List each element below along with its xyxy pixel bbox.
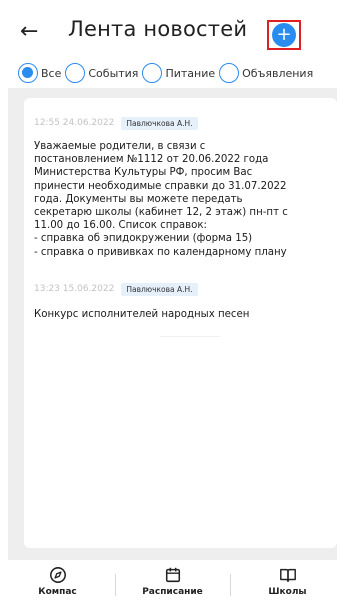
radio-selected-icon[interactable]: [18, 63, 38, 83]
post-meta: 12:55 24.06.2022 Павлючкова А.Н.: [34, 116, 334, 130]
nav-label: Компас: [38, 587, 77, 597]
post-text: Уважаемые родители, в связи с постановле…: [34, 141, 288, 258]
filter-announcements[interactable]: Объявления: [219, 63, 313, 83]
author-badge: Павлючкова А.Н.: [121, 116, 198, 130]
post-timestamp: 13:23 15.06.2022: [34, 284, 115, 294]
nav-schedule[interactable]: Расписание: [115, 560, 230, 606]
filter-label: Питание: [165, 66, 216, 80]
page-title: Лента новостей: [68, 17, 248, 41]
compass-icon: [49, 567, 66, 583]
radio-icon[interactable]: [142, 63, 163, 83]
add-button-highlight: +: [267, 20, 301, 50]
filter-events[interactable]: События: [65, 63, 138, 83]
radio-icon[interactable]: [65, 63, 86, 83]
nav-compass[interactable]: Компас: [0, 560, 115, 606]
filter-all[interactable]: Все: [18, 63, 61, 83]
filter-radio-group: Все События Питание Объявления: [18, 61, 345, 85]
plus-icon: +: [276, 24, 292, 45]
book-icon: [279, 568, 296, 583]
author-badge: Павлючкова А.Н.: [121, 282, 198, 296]
nav-label: Школы: [268, 587, 307, 597]
news-feed-card: 12:55 24.06.2022 Павлючкова А.Н. Уважаем…: [24, 98, 337, 548]
bottom-navigation: Компас Расписание Школы: [0, 560, 345, 606]
radio-icon[interactable]: [219, 63, 240, 83]
post-text: Конкурс исполнителей народных песен: [34, 309, 250, 320]
filter-label: Объявления: [242, 66, 314, 80]
back-arrow-icon[interactable]: ←: [20, 20, 44, 44]
post-timestamp: 12:55 24.06.2022: [34, 118, 115, 128]
filter-label: События: [88, 66, 139, 80]
post-meta: 13:23 15.06.2022 Павлючкова А.Н.: [34, 282, 334, 296]
news-post[interactable]: 13:23 15.06.2022 Павлючкова А.Н. Конкурс…: [34, 282, 334, 321]
calendar-icon: [165, 567, 180, 583]
header: ← Лента новостей +: [0, 0, 345, 60]
nav-label: Расписание: [142, 587, 203, 597]
nav-schools[interactable]: Школы: [230, 560, 345, 606]
news-post[interactable]: 12:55 24.06.2022 Павлючкова А.Н. Уважаем…: [34, 116, 334, 259]
divider: [160, 336, 220, 337]
filter-food[interactable]: Питание: [142, 63, 215, 83]
filter-label: Все: [41, 66, 62, 80]
add-news-button[interactable]: +: [272, 23, 296, 47]
